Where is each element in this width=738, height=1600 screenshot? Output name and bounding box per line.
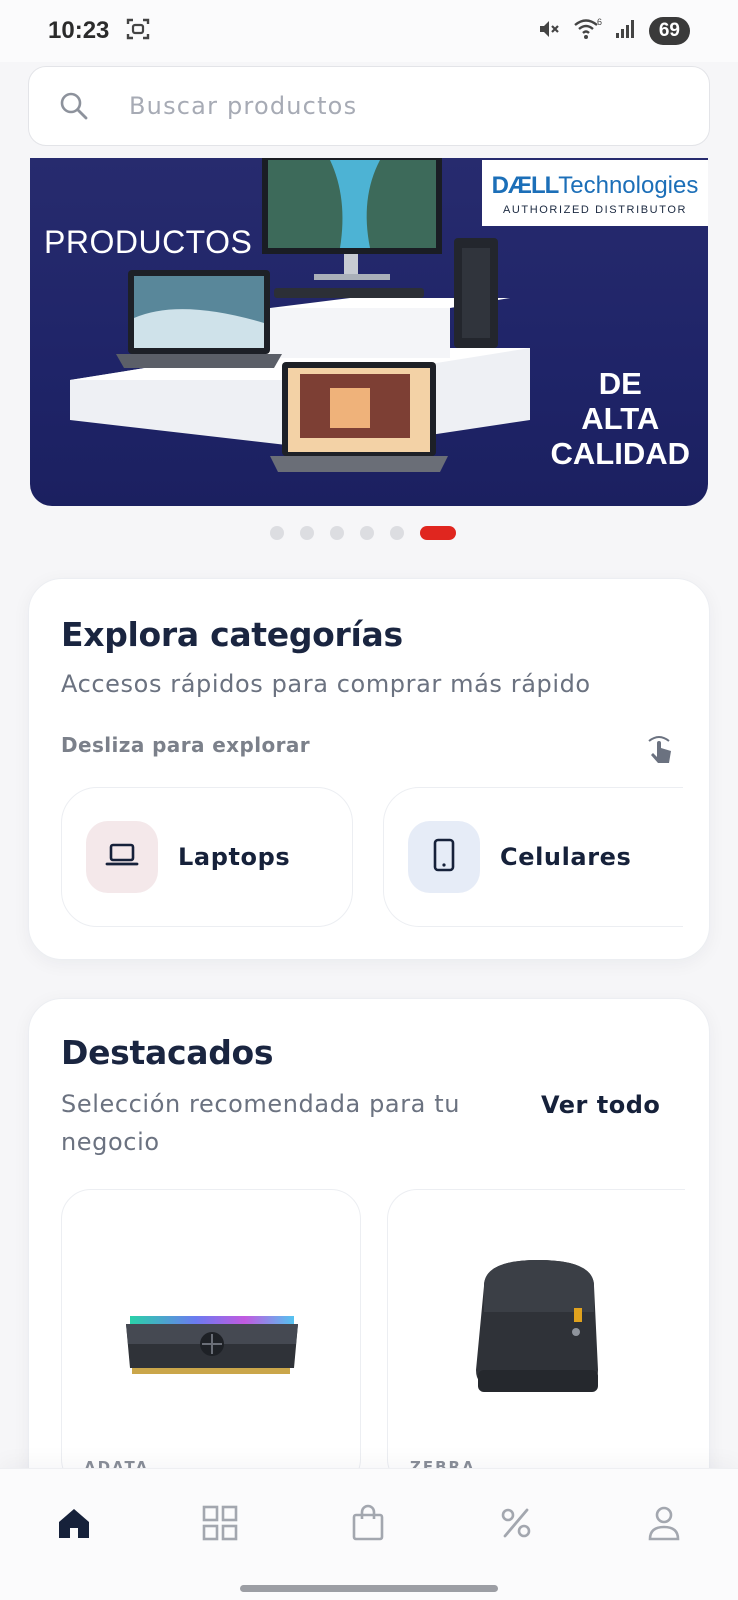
search-bar[interactable] — [28, 66, 710, 146]
signal-icon — [615, 18, 637, 44]
status-time: 10:23 — [48, 17, 110, 44]
status-left: 10:23 — [48, 16, 151, 46]
banner-tagline-line-3: CALIDAD — [550, 436, 691, 471]
banner-tagline-line-2: ALTA — [581, 401, 660, 436]
featured-card: Destacados Selección recomendada para tu… — [28, 998, 710, 1518]
ram-module-image — [126, 1316, 298, 1374]
nav-cart[interactable] — [346, 1503, 390, 1547]
carousel-dot[interactable] — [300, 526, 314, 540]
swipe-hint: Desliza para explorar — [61, 733, 311, 757]
product-card-adata[interactable]: ADATA — [61, 1189, 361, 1489]
carousel-dot[interactable] — [330, 526, 344, 540]
battery-indicator: 69 — [648, 17, 690, 45]
wifi-icon: 6 — [573, 17, 603, 45]
status-bar: 10:23 6 69 — [0, 0, 738, 62]
banner-tagline-line-1: DE — [598, 366, 642, 401]
carousel-dot[interactable] — [270, 526, 284, 540]
nav-offers[interactable] — [494, 1503, 538, 1547]
featured-title: Destacados — [61, 1033, 274, 1072]
nav-profile[interactable] — [642, 1503, 686, 1547]
search-input[interactable] — [129, 92, 629, 120]
featured-subtitle: Selección recomendada para tu negocio — [61, 1090, 461, 1156]
promo-banner[interactable]: PRODUCTOS DE ALTA CALIDAD DÆLLTechnologi… — [30, 158, 708, 506]
dell-badge: DÆLLTechnologies AUTHORIZED DISTRIBUTOR — [482, 160, 708, 226]
category-icon-bg — [408, 821, 480, 893]
percent-icon — [499, 1506, 533, 1544]
dell-logo-light: Technologies — [558, 172, 699, 199]
home-icon — [56, 1506, 92, 1544]
svg-text:6: 6 — [597, 17, 602, 27]
carousel-dot-active[interactable] — [420, 526, 456, 540]
banner-tagline: DE ALTA CALIDAD — [551, 366, 691, 471]
bag-icon — [351, 1504, 385, 1546]
dell-logo-bold: DÆLL — [491, 172, 560, 199]
see-all-link[interactable]: Ver todo — [541, 1091, 660, 1119]
category-label: Celulares — [500, 843, 632, 871]
user-icon — [647, 1505, 681, 1545]
label-printer-image — [476, 1260, 598, 1392]
category-icon-bg — [86, 821, 158, 893]
category-tile-laptops[interactable]: Laptops — [61, 787, 353, 927]
mute-icon — [537, 17, 561, 45]
home-indicator — [240, 1585, 498, 1592]
search-icon — [57, 89, 91, 123]
dell-badge-subtitle: AUTHORIZED DISTRIBUTOR — [502, 204, 688, 216]
category-label: Laptops — [178, 843, 291, 871]
nav-categories[interactable] — [198, 1503, 242, 1547]
grid-icon — [201, 1504, 239, 1546]
screen-record-icon — [125, 16, 151, 46]
carousel-dots — [270, 526, 456, 540]
category-tile-celulares[interactable]: Celulares — [383, 787, 683, 927]
bottom-nav — [0, 1468, 738, 1600]
laptop-icon — [105, 841, 139, 873]
nav-home[interactable] — [52, 1503, 96, 1547]
banner-title: PRODUCTOS — [44, 224, 253, 260]
carousel-dot[interactable] — [390, 526, 404, 540]
status-right: 6 69 — [537, 17, 690, 45]
swipe-gesture-icon — [645, 731, 675, 765]
dell-logo: DÆLLTechnologies — [482, 172, 708, 200]
product-card-zebra[interactable]: ZEBRA — [387, 1189, 685, 1489]
categories-title: Explora categorías — [61, 615, 403, 654]
carousel-dot[interactable] — [360, 526, 374, 540]
categories-card: Explora categorías Accesos rápidos para … — [28, 578, 710, 960]
phone-icon — [432, 838, 456, 876]
categories-subtitle: Accesos rápidos para comprar más rápido — [61, 670, 591, 698]
